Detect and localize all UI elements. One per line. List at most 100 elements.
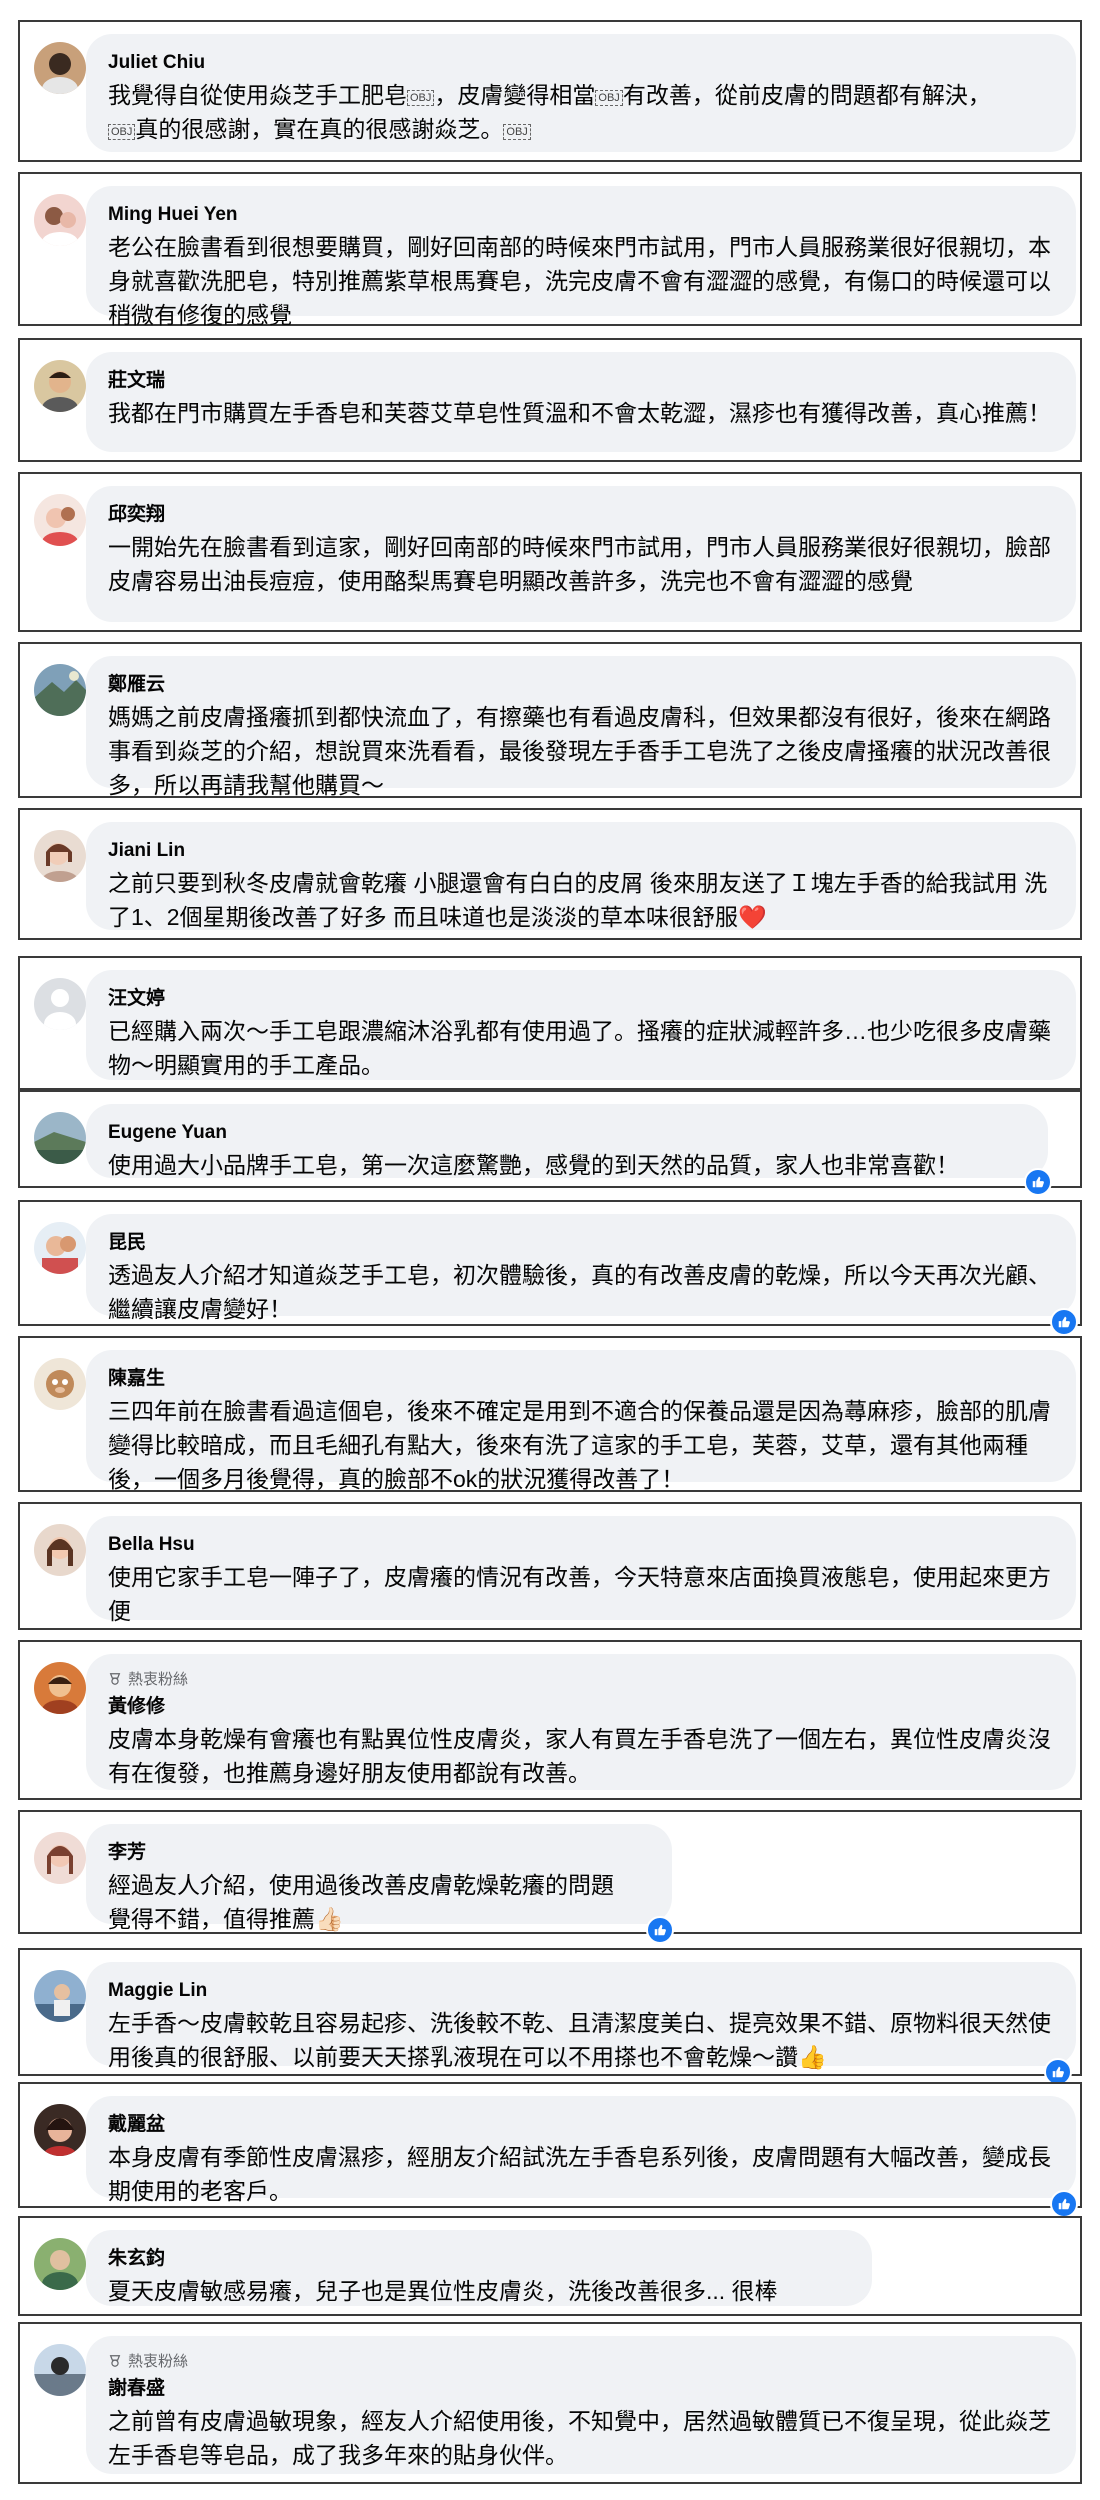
comment-bubble: 戴麗盆 本身皮膚有季節性皮膚濕疹，經朋友介紹試洗左手香皂系列後，皮膚問題有大幅改… — [86, 2096, 1076, 2204]
comment-bubble: Eugene Yuan 使用過大小品牌手工皂，第一次這麼驚艷，感覺的到天然的品質… — [86, 1104, 1048, 1178]
object-placeholder-icon: OBJ — [108, 124, 136, 140]
avatar[interactable] — [34, 1524, 86, 1576]
commenter-name[interactable]: Jiani Lin — [108, 838, 1052, 864]
avatar[interactable] — [34, 194, 86, 246]
commenter-name[interactable]: 陳嘉生 — [108, 1366, 1052, 1392]
comment-bubble: 鄭雁云 媽媽之前皮膚搔癢抓到都快流血了，有擦藥也有看過皮膚科，但效果都沒有很好，… — [86, 656, 1076, 798]
comment-text: 之前曾有皮膚過敏現象，經友人介紹使用後，不知覺中，居然過敏體質已不復呈現，從此焱… — [108, 2408, 1051, 2468]
comment-card-11: Bella Hsu 使用它家手工皂一陣子了，皮膚癢的情況有改善，今天特意來店面換… — [18, 1502, 1082, 1630]
comment-card-10: 陳嘉生 三四年前在臉書看過這個皂，後來不確定是用到不適合的保養品還是因為蕁麻疹，… — [18, 1336, 1082, 1492]
thumbs-up-reaction-icon[interactable] — [1050, 2190, 1078, 2218]
thumbs-up-reaction-icon[interactable] — [1050, 1308, 1078, 1336]
comment-card-6: Jiani Lin 之前只要到秋冬皮膚就會乾癢 小腿還會有白白的皮屑 後來朋友送… — [18, 808, 1082, 940]
comment-bubble: 李芳 經過友人介紹，使用過後改善皮膚乾燥乾癢的問題 覺得不錯，值得推薦👍🏻 — [86, 1824, 672, 1932]
thumbs-up-emoji-icon: 👍🏻 — [315, 1906, 344, 1932]
commenter-name[interactable]: 黃修修 — [108, 1694, 1052, 1720]
comment-card-7: 汪文婷 已經購入兩次～手工皂跟濃縮沐浴乳都有使用過了。搔癢的症狀減輕許多…也少吃… — [18, 956, 1082, 1090]
comment-card-17: 熱衷粉絲 謝春盛 之前曾有皮膚過敏現象，經友人介紹使用後，不知覺中，居然過敏體質… — [18, 2322, 1082, 2484]
object-placeholder-icon: OBJ — [407, 90, 435, 106]
comment-bubble: Jiani Lin 之前只要到秋冬皮膚就會乾癢 小腿還會有白白的皮屑 後來朋友送… — [86, 822, 1076, 930]
comment-text: 透過友人介紹才知道焱芝手工皂，初次體驗後，真的有改善皮膚的乾燥，所以今天再次光顧… — [108, 1262, 1051, 1322]
avatar[interactable] — [34, 2344, 86, 2396]
commenter-name[interactable]: Bella Hsu — [108, 1532, 1052, 1558]
top-fan-label: 熱衷粉絲 — [108, 2352, 1052, 2372]
comment-bubble: 朱玄鈞 夏天皮膚敏感易癢，兒子也是異位性皮膚炎，洗後改善很多... 很棒 — [86, 2230, 872, 2306]
commenter-name[interactable]: 汪文婷 — [108, 986, 1052, 1012]
avatar[interactable] — [34, 830, 86, 882]
object-placeholder-icon: OBJ — [595, 90, 623, 106]
comment-text: 媽媽之前皮膚搔癢抓到都快流血了，有擦藥也有看過皮膚科，但效果都沒有很好，後來在網… — [108, 704, 1051, 798]
comment-card-4: 邱奕翔 一開始先在臉書看到這家，剛好回南部的時候來門市試用，門市人員服務業很好很… — [18, 472, 1082, 632]
comment-text: 使用它家手工皂一陣子了，皮膚癢的情況有改善，今天特意來店面換買液態皂，使用起來更… — [108, 1564, 1051, 1624]
commenter-name[interactable]: 鄭雁云 — [108, 672, 1052, 698]
comment-card-5: 鄭雁云 媽媽之前皮膚搔癢抓到都快流血了，有擦藥也有看過皮膚科，但效果都沒有很好，… — [18, 642, 1082, 798]
avatar[interactable] — [34, 2238, 86, 2290]
thumbs-up-reaction-icon[interactable] — [646, 1916, 674, 1944]
thumbs-up-reaction-icon[interactable] — [1024, 1168, 1052, 1196]
comment-card-14: Maggie Lin 左手香～皮膚較乾且容易起疹、洗後較不乾、且清潔度美白、提亮… — [18, 1948, 1082, 2086]
comment-bubble: 熱衷粉絲 謝春盛 之前曾有皮膚過敏現象，經友人介紹使用後，不知覺中，居然過敏體質… — [86, 2336, 1076, 2474]
avatar[interactable] — [34, 494, 86, 546]
top-fan-badge-icon — [108, 1672, 122, 1686]
commenter-name[interactable]: 謝春盛 — [108, 2376, 1052, 2402]
top-fan-badge-icon — [108, 2354, 122, 2368]
comment-bubble: Maggie Lin 左手香～皮膚較乾且容易起疹、洗後較不乾、且清潔度美白、提亮… — [86, 1962, 1076, 2070]
avatar[interactable] — [34, 664, 86, 716]
comment-card-8: Eugene Yuan 使用過大小品牌手工皂，第一次這麼驚艷，感覺的到天然的品質… — [18, 1090, 1082, 1196]
comment-bubble: 陳嘉生 三四年前在臉書看過這個皂，後來不確定是用到不適合的保養品還是因為蕁麻疹，… — [86, 1350, 1076, 1492]
comment-card-15: 戴麗盆 本身皮膚有季節性皮膚濕疹，經朋友介紹試洗左手香皂系列後，皮膚問題有大幅改… — [18, 2082, 1082, 2218]
top-fan-label: 熱衷粉絲 — [108, 1670, 1052, 1690]
avatar[interactable] — [34, 42, 86, 94]
comment-text: 左手香～皮膚較乾且容易起疹、洗後較不乾、且清潔度美白、提亮效果不錯、原物料很天然… — [108, 2010, 1051, 2070]
avatar[interactable] — [34, 1358, 86, 1410]
commenter-name[interactable]: Ming Huei Yen — [108, 202, 1052, 228]
comment-bubble: 昆民 透過友人介紹才知道焱芝手工皂，初次體驗後，真的有改善皮膚的乾燥，所以今天再… — [86, 1214, 1076, 1322]
commenter-name[interactable]: 李芳 — [108, 1840, 648, 1866]
comment-bubble: Bella Hsu 使用它家手工皂一陣子了，皮膚癢的情況有改善，今天特意來店面換… — [86, 1516, 1076, 1624]
thumbs-up-emoji-icon: 👍 — [798, 2044, 827, 2070]
commenter-name[interactable]: 昆民 — [108, 1230, 1052, 1256]
commenter-name[interactable]: 戴麗盆 — [108, 2112, 1052, 2138]
commenter-name[interactable]: 邱奕翔 — [108, 502, 1052, 528]
comment-card-2: Ming Huei Yen 老公在臉書看到很想要購買，剛好回南部的時候來門市試用… — [18, 172, 1082, 328]
avatar[interactable] — [34, 360, 86, 412]
comment-card-16: 朱玄鈞 夏天皮膚敏感易癢，兒子也是異位性皮膚炎，洗後改善很多... 很棒 — [18, 2216, 1082, 2316]
commenter-name[interactable]: Juliet Chiu — [108, 50, 1052, 76]
comment-bubble: 汪文婷 已經購入兩次～手工皂跟濃縮沐浴乳都有使用過了。搔癢的症狀減輕許多…也少吃… — [86, 970, 1076, 1080]
comment-text: 我都在門市購買左手香皂和芙蓉艾草皂性質溫和不會太乾澀，濕疹也有獲得改善，真心推薦… — [108, 400, 1051, 426]
heart-emoji-icon: ❤️ — [737, 904, 767, 930]
comment-card-12: 熱衷粉絲 黃修修 皮膚本身乾燥有會癢也有點異位性皮膚炎，家人有買左手香皂洗了一個… — [18, 1640, 1082, 1800]
comment-card-3: 莊文瑞 我都在門市購買左手香皂和芙蓉艾草皂性質溫和不會太乾澀，濕疹也有獲得改善，… — [18, 338, 1082, 462]
comment-text: 使用過大小品牌手工皂，第一次這麼驚艷，感覺的到天然的品質，家人也非常喜歡！ — [108, 1152, 959, 1178]
comment-text: 三四年前在臉書看過這個皂，後來不確定是用到不適合的保養品還是因為蕁麻疹，臉部的肌… — [108, 1398, 1051, 1492]
comment-text: 我覺得自從使用焱芝手工肥皂 OBJ ，皮膚變得相當 OBJ 有改善，從前皮膚的問題都有解… — [108, 82, 991, 142]
comment-bubble: 邱奕翔 一開始先在臉書看到這家，剛好回南部的時候來門市試用，門市人員服務業很好很… — [86, 486, 1076, 622]
avatar[interactable] — [34, 2104, 86, 2156]
comment-text: 本身皮膚有季節性皮膚濕疹，經朋友介紹試洗左手香皂系列後，皮膚問題有大幅改善，變成… — [108, 2144, 1051, 2204]
avatar[interactable] — [34, 1112, 86, 1164]
commenter-name[interactable]: Maggie Lin — [108, 1978, 1052, 2004]
comment-text: 經過友人介紹，使用過後改善皮膚乾燥乾癢的問題 覺得不錯，值得推薦👍🏻 — [108, 1872, 614, 1932]
comment-bubble: Ming Huei Yen 老公在臉書看到很想要購買，剛好回南部的時候來門市試用… — [86, 186, 1076, 328]
comment-text: 老公在臉書看到很想要購買，剛好回南部的時候來門市試用，門市人員服務業很好很親切，… — [108, 234, 1051, 328]
comment-card-9: 昆民 透過友人介紹才知道焱芝手工皂，初次體驗後，真的有改善皮膚的乾燥，所以今天再… — [18, 1200, 1082, 1336]
comment-text: 夏天皮膚敏感易癢，兒子也是異位性皮膚炎，洗後改善很多... 很棒 — [108, 2278, 778, 2304]
comment-bubble: 莊文瑞 我都在門市購買左手香皂和芙蓉艾草皂性質溫和不會太乾澀，濕疹也有獲得改善，… — [86, 352, 1076, 452]
comment-bubble: 熱衷粉絲 黃修修 皮膚本身乾燥有會癢也有點異位性皮膚炎，家人有買左手香皂洗了一個… — [86, 1654, 1076, 1790]
comment-text: 一開始先在臉書看到這家，剛好回南部的時候來門市試用，門市人員服務業很好很親切，臉… — [108, 534, 1051, 594]
commenter-name[interactable]: 朱玄鈞 — [108, 2246, 848, 2272]
comment-bubble: Juliet Chiu 我覺得自從使用焱芝手工肥皂 OBJ ，皮膚變得相當 OBJ 有改… — [86, 34, 1076, 152]
comment-text: 已經購入兩次～手工皂跟濃縮沐浴乳都有使用過了。搔癢的症狀減輕許多…也少吃很多皮膚… — [108, 1018, 1051, 1078]
avatar[interactable] — [34, 1970, 86, 2022]
comment-card-13: 李芳 經過友人介紹，使用過後改善皮膚乾燥乾癢的問題 覺得不錯，值得推薦👍🏻 — [18, 1810, 1082, 1944]
comment-text: 之前只要到秋冬皮膚就會乾癢 小腿還會有白白的皮屑 後來朋友送了Ｉ塊左手香的給我試… — [108, 870, 1048, 930]
object-placeholder-icon: OBJ — [503, 124, 531, 140]
avatar[interactable] — [34, 978, 86, 1030]
avatar[interactable] — [34, 1832, 86, 1884]
comment-card-1: Juliet Chiu 我覺得自從使用焱芝手工肥皂 OBJ ，皮膚變得相當 OBJ 有改… — [18, 20, 1082, 162]
commenter-name[interactable]: 莊文瑞 — [108, 368, 1052, 394]
avatar[interactable] — [34, 1222, 86, 1274]
commenter-name[interactable]: Eugene Yuan — [108, 1120, 1024, 1146]
comment-text: 皮膚本身乾燥有會癢也有點異位性皮膚炎，家人有買左手香皂洗了一個左右，異位性皮膚炎… — [108, 1726, 1051, 1786]
avatar[interactable] — [34, 1662, 86, 1714]
